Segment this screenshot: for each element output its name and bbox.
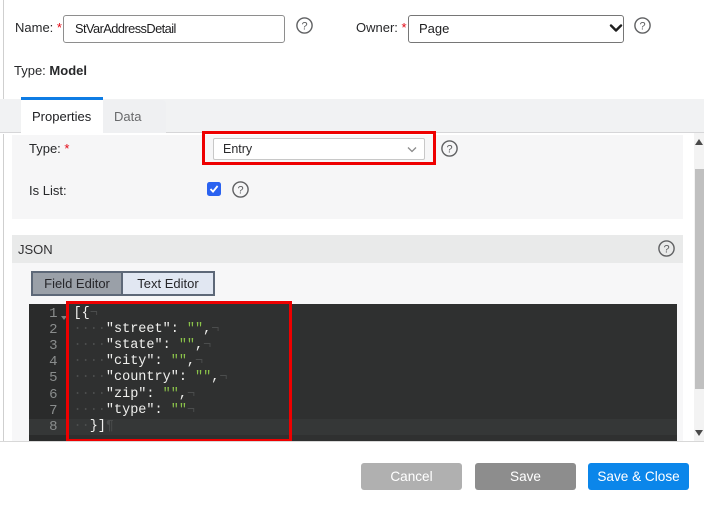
- svg-text:?: ?: [446, 143, 452, 155]
- svg-text:?: ?: [663, 243, 669, 255]
- svg-text:?: ?: [639, 20, 645, 32]
- svg-text:?: ?: [301, 20, 307, 32]
- svg-text:?: ?: [237, 184, 243, 196]
